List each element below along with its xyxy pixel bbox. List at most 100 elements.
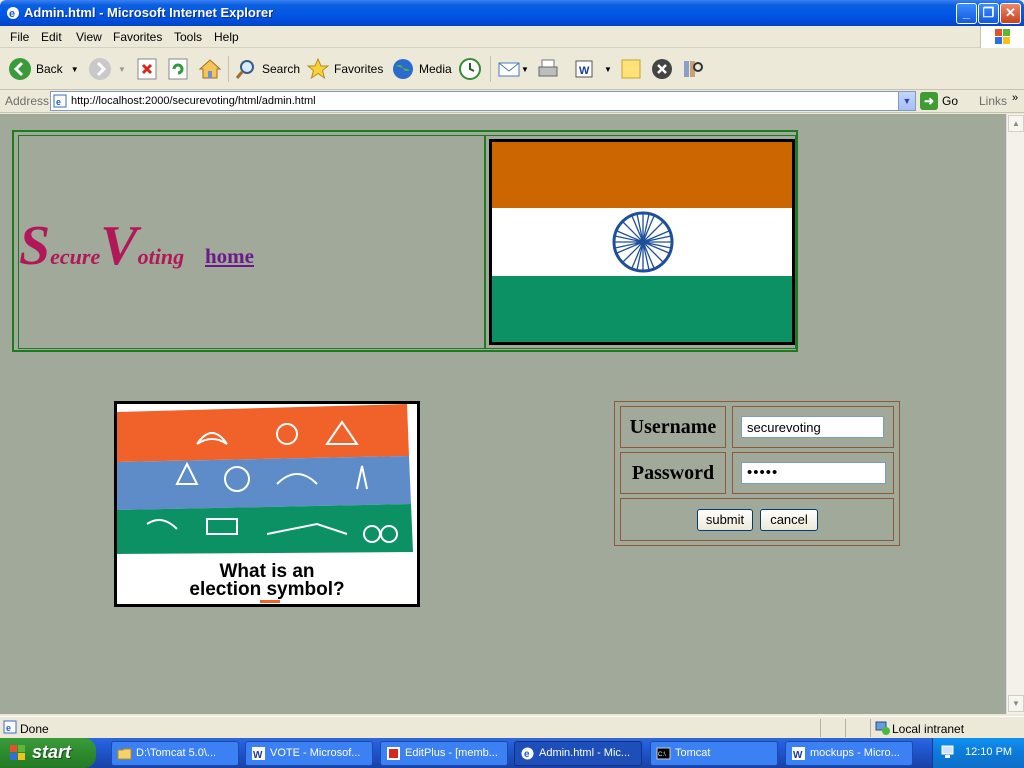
toolbar-separator — [228, 56, 229, 82]
windows-flag-icon — [10, 745, 25, 760]
forward-dropdown-icon[interactable]: ▼ — [118, 65, 126, 74]
toolbar: Back ▼ ▼ Search Favorites Media ▼ W ▼ — [0, 48, 1024, 90]
india-flag-image — [489, 139, 795, 345]
window-title: Admin.html - Microsoft Internet Explorer — [24, 5, 274, 20]
vertical-scrollbar[interactable]: ▲ ▼ — [1006, 114, 1024, 714]
scroll-down-icon[interactable]: ▼ — [1008, 695, 1024, 712]
start-button[interactable]: start — [0, 738, 96, 768]
forward-arrow-icon — [89, 58, 111, 80]
task-vote-word[interactable]: W VOTE - Microsof... — [245, 741, 373, 766]
back-label: Back — [36, 62, 63, 76]
svg-text:e: e — [56, 97, 61, 107]
console-icon: C:\ — [656, 747, 671, 760]
go-arrow-icon: ➜ — [920, 92, 938, 110]
stop-icon — [137, 58, 157, 80]
search-button[interactable]: Search — [234, 56, 300, 82]
word-icon: W — [792, 747, 805, 761]
go-label: Go — [942, 94, 959, 108]
title-bar: e Admin.html - Microsoft Internet Explor… — [0, 0, 1024, 26]
ashoka-chakra-icon — [612, 211, 674, 273]
mail-button[interactable]: ▼ — [497, 56, 529, 82]
history-icon — [459, 58, 481, 80]
messenger-button[interactable] — [650, 56, 674, 82]
word-edit-icon: W — [575, 60, 593, 78]
task-label: EditPlus - [memb... — [405, 747, 498, 759]
svg-text:W: W — [253, 750, 263, 761]
note-icon — [621, 59, 641, 79]
ie-icon: e — [521, 747, 534, 760]
password-label: Password — [620, 452, 726, 494]
media-label: Media — [419, 62, 452, 76]
username-label: Username — [620, 406, 726, 448]
taskbar: start D:\Tomcat 5.0\... W VOTE - Microso… — [0, 738, 1024, 768]
status-divider — [870, 719, 871, 737]
chevron-right-icon[interactable]: » — [1012, 92, 1018, 104]
address-input[interactable]: e http://localhost:2000/securevoting/htm… — [50, 91, 916, 111]
discuss-button[interactable] — [619, 56, 643, 82]
election-symbols-graphic — [117, 404, 413, 554]
refresh-button[interactable] — [166, 56, 190, 82]
links-button[interactable]: Links — [979, 94, 1007, 108]
header-table: SecureVoting home — [12, 130, 798, 352]
mail-icon — [498, 62, 520, 77]
password-cell: ••••• — [732, 452, 894, 494]
task-label: Admin.html - Mic... — [539, 747, 631, 759]
forward-button[interactable]: ▼ — [88, 56, 126, 82]
brand-v: V — [100, 215, 138, 277]
task-mockups-word[interactable]: W mockups - Micro... — [785, 741, 913, 766]
minimize-button[interactable]: _ — [956, 3, 977, 24]
task-tomcat-console[interactable]: C:\ Tomcat — [650, 741, 778, 766]
menu-view[interactable]: View — [76, 30, 102, 44]
close-button[interactable]: ✕ — [1000, 3, 1021, 24]
task-tomcat-folder[interactable]: D:\Tomcat 5.0\... — [111, 741, 239, 766]
network-icon[interactable] — [941, 745, 957, 759]
editplus-icon — [387, 747, 400, 760]
stop-button[interactable] — [135, 56, 159, 82]
home-link[interactable]: home — [205, 244, 254, 269]
menu-file[interactable]: File — [10, 30, 29, 44]
address-dropdown-icon[interactable]: ▼ — [898, 92, 915, 110]
edit-dropdown-icon[interactable]: ▼ — [604, 65, 612, 74]
address-bar: Address e http://localhost:2000/securevo… — [0, 90, 1024, 113]
back-dropdown-icon[interactable]: ▼ — [71, 65, 79, 74]
brand-ecure: ecure — [50, 244, 101, 269]
security-zone: Local intranet — [892, 722, 965, 736]
mail-dropdown-icon[interactable]: ▼ — [521, 65, 529, 74]
scroll-up-icon[interactable]: ▲ — [1008, 115, 1024, 132]
task-editplus[interactable]: EditPlus - [memb... — [380, 741, 508, 766]
menu-edit[interactable]: Edit — [41, 30, 62, 44]
page-icon: e — [53, 94, 67, 108]
search-label: Search — [262, 62, 301, 76]
print-button[interactable] — [536, 56, 560, 82]
go-button[interactable]: ➜ Go — [920, 92, 958, 110]
system-tray: 12:10 PM — [932, 738, 1024, 768]
local-intranet-icon — [875, 721, 890, 735]
back-button[interactable]: Back ▼ — [8, 56, 79, 82]
password-input[interactable]: ••••• — [741, 462, 886, 484]
page-done-icon: e — [3, 720, 17, 734]
maximize-button[interactable]: ❐ — [978, 3, 999, 24]
media-button[interactable]: Media — [391, 56, 452, 82]
back-arrow-icon — [9, 58, 31, 80]
clock: 12:10 PM — [965, 746, 1013, 758]
task-admin-ie[interactable]: e Admin.html - Mic... — [514, 741, 642, 766]
home-button[interactable] — [198, 56, 222, 82]
cancel-button[interactable]: cancel — [760, 509, 818, 531]
menu-favorites[interactable]: Favorites — [113, 30, 162, 44]
brand-oting: oting — [137, 244, 185, 269]
edit-button[interactable]: W ▼ — [572, 56, 612, 82]
favorites-label: Favorites — [334, 62, 384, 76]
task-label: VOTE - Microsof... — [270, 747, 361, 759]
svg-text:e: e — [9, 8, 15, 20]
task-label: D:\Tomcat 5.0\... — [136, 747, 217, 759]
username-input[interactable]: securevoting — [741, 416, 884, 438]
favorites-button[interactable]: Favorites — [306, 56, 383, 82]
menu-bar: File Edit View Favorites Tools Help — [0, 26, 1024, 48]
menu-help[interactable]: Help — [214, 30, 239, 44]
menu-tools[interactable]: Tools — [174, 30, 202, 44]
submit-button[interactable]: submit — [697, 509, 753, 531]
windows-logo-icon — [980, 26, 1024, 48]
folder-icon — [117, 748, 132, 760]
history-button[interactable] — [458, 56, 482, 82]
research-button[interactable] — [681, 56, 705, 82]
